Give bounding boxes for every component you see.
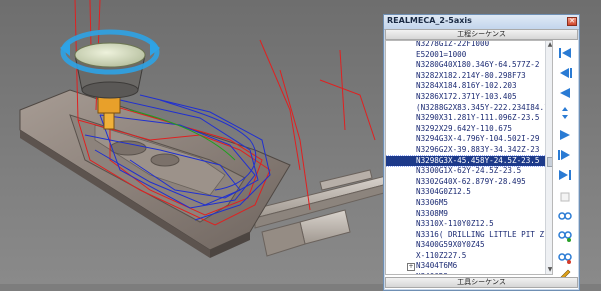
nc-line[interactable]: N3304G0Z12.5	[386, 187, 546, 198]
nc-line[interactable]: N3290X31.281Y-111.096Z-23.5	[386, 113, 546, 124]
tool-sequence-header[interactable]: 工具シーケンス	[385, 277, 578, 288]
step-forward-icon	[558, 150, 570, 160]
nc-line-text: N3280G40X180.346Y-64.577Z-2	[416, 60, 540, 70]
process-sequence-header[interactable]: 工程シーケンス	[385, 29, 578, 40]
scroll-thumb[interactable]	[547, 157, 552, 167]
nc-line-text: N3298G3X-45.458Y-24.5Z-23.5	[416, 155, 540, 165]
play-icon	[560, 130, 570, 140]
nc-line[interactable]: N3284X184.816Y-102.203	[386, 81, 546, 92]
nc-line[interactable]: N3302G40X-62.879Y-28.495	[386, 177, 546, 188]
list-scrollbar[interactable]: ▲ ▼	[545, 41, 552, 274]
nc-line[interactable]: N3400G59X0Y0Z45	[386, 240, 546, 251]
nc-line[interactable]: E52001=1000	[386, 50, 546, 61]
skip-to-start-button[interactable]	[557, 46, 573, 60]
small-checkbox-icon	[560, 192, 570, 202]
nc-line[interactable]: N3316( DRILLING LITTLE PIT Z10	[386, 230, 546, 241]
play-reverse-icon	[560, 88, 570, 98]
nc-line-text: N3300G1X-62Y-24.5Z-23.5	[416, 166, 522, 176]
nc-code-list[interactable]: N3278G1Z-22F1000 E52001=1000 N3280G40X180.…	[385, 40, 553, 275]
nc-line-text: N3284X184.816Y-102.203	[416, 81, 517, 91]
glasses-remove-button[interactable]	[557, 250, 573, 264]
nc-line-text: N3282X182.214Y-80.298F73	[416, 70, 526, 80]
nc-line-text: N3302G40X-62.879Y-28.495	[416, 176, 526, 186]
window-title: REALMECA_2-5axis	[387, 16, 472, 25]
nc-line[interactable]: N3296G2X-39.883Y-34.342Z-23	[386, 145, 546, 156]
nc-line[interactable]: N3292X29.642Y-110.675	[386, 124, 546, 135]
nc-line-text: (N3288G2X83.345Y-222.234I84.1	[416, 102, 546, 112]
nc-line[interactable]: N3310X-110Y0Z12.5	[386, 219, 546, 230]
nc-line-text: X-110Z227.5	[416, 250, 467, 260]
small-checkbox-button[interactable]	[557, 190, 573, 204]
nc-line[interactable]: N3286X172.371Y-103.405	[386, 92, 546, 103]
nc-line[interactable]: N3308M9	[386, 209, 546, 220]
scroll-up-icon[interactable]: ▲	[546, 41, 552, 49]
nc-line-text: N3316( DRILLING LITTLE PIT Z10	[416, 229, 546, 239]
glasses-add-button[interactable]	[557, 228, 573, 242]
nc-line-text: N3278G1Z-22F1000	[416, 40, 490, 48]
nc-line[interactable]: (N3288G2X83.345Y-222.234I84.1	[386, 103, 546, 114]
step-forward-button[interactable]	[557, 148, 573, 162]
nc-line[interactable]: N3300G1X-62Y-24.5Z-23.5	[386, 166, 546, 177]
nc-line[interactable]: + N3404T6M6	[386, 261, 546, 272]
step-back-button[interactable]	[557, 66, 573, 80]
nc-program-window[interactable]: REALMECA_2-5axis ✕ 工程シーケンス N3278G1Z-22F1…	[383, 14, 580, 291]
play-button[interactable]	[557, 128, 573, 142]
glasses-remove-icon	[558, 253, 572, 264]
nc-line[interactable]: N3278G1Z-22F1000	[386, 40, 546, 50]
nc-line[interactable]: N3406D2	[386, 272, 546, 274]
nc-line[interactable]: N3294G3X-4.796Y-104.502I-29	[386, 134, 546, 145]
nc-line-text: N3306M5	[416, 197, 449, 207]
close-button[interactable]: ✕	[567, 17, 577, 26]
skip-to-start-icon	[559, 48, 571, 58]
step-back-icon	[560, 68, 572, 78]
nc-line-text: N3404T6M6	[416, 261, 458, 271]
speed-adjust-button[interactable]	[557, 106, 573, 120]
nc-line[interactable]: N3306M5	[386, 198, 546, 209]
nc-line[interactable]: X-110Z227.5	[386, 251, 546, 262]
glasses-button[interactable]	[557, 208, 573, 222]
window-titlebar[interactable]: REALMECA_2-5axis ✕	[384, 15, 579, 30]
expand-icon[interactable]: +	[407, 263, 415, 272]
play-reverse-button[interactable]	[557, 86, 573, 100]
nc-line[interactable]: N3280G40X180.346Y-64.577Z-2	[386, 60, 546, 71]
nc-line-text: N3400G59X0Y0Z45	[416, 240, 485, 250]
speed-adjust-icon	[562, 107, 568, 119]
nc-line-text: N3290X31.281Y-111.096Z-23.5	[416, 113, 540, 123]
nc-line-text: E52001=1000	[416, 49, 467, 59]
nc-line-text: N3292X29.642Y-110.675	[416, 123, 513, 133]
nc-line-text: N3308M9	[416, 208, 449, 218]
skip-to-end-icon	[559, 170, 571, 180]
glasses-icon	[558, 212, 572, 220]
playback-toolbar	[555, 40, 577, 282]
glasses-add-icon	[558, 231, 572, 242]
nc-line-text: N3406D2	[416, 272, 448, 274]
close-icon: ✕	[569, 17, 575, 25]
nc-line-text: N3286X172.371Y-103.405	[416, 91, 517, 101]
nc-line-text: N3304G0Z12.5	[416, 187, 471, 197]
nc-line-selected[interactable]: N3298G3X-45.458Y-24.5Z-23.5	[386, 154, 547, 168]
nc-line-text: N3310X-110Y0Z12.5	[416, 219, 494, 229]
nc-line-text: N3296G2X-39.883Y-34.342Z-23	[416, 144, 540, 154]
nc-line-text: N3294G3X-4.796Y-104.502I-29	[416, 134, 540, 144]
skip-to-end-button[interactable]	[557, 168, 573, 182]
scroll-down-icon[interactable]: ▼	[546, 266, 552, 274]
nc-line[interactable]: N3282X182.214Y-80.298F73	[386, 71, 546, 82]
